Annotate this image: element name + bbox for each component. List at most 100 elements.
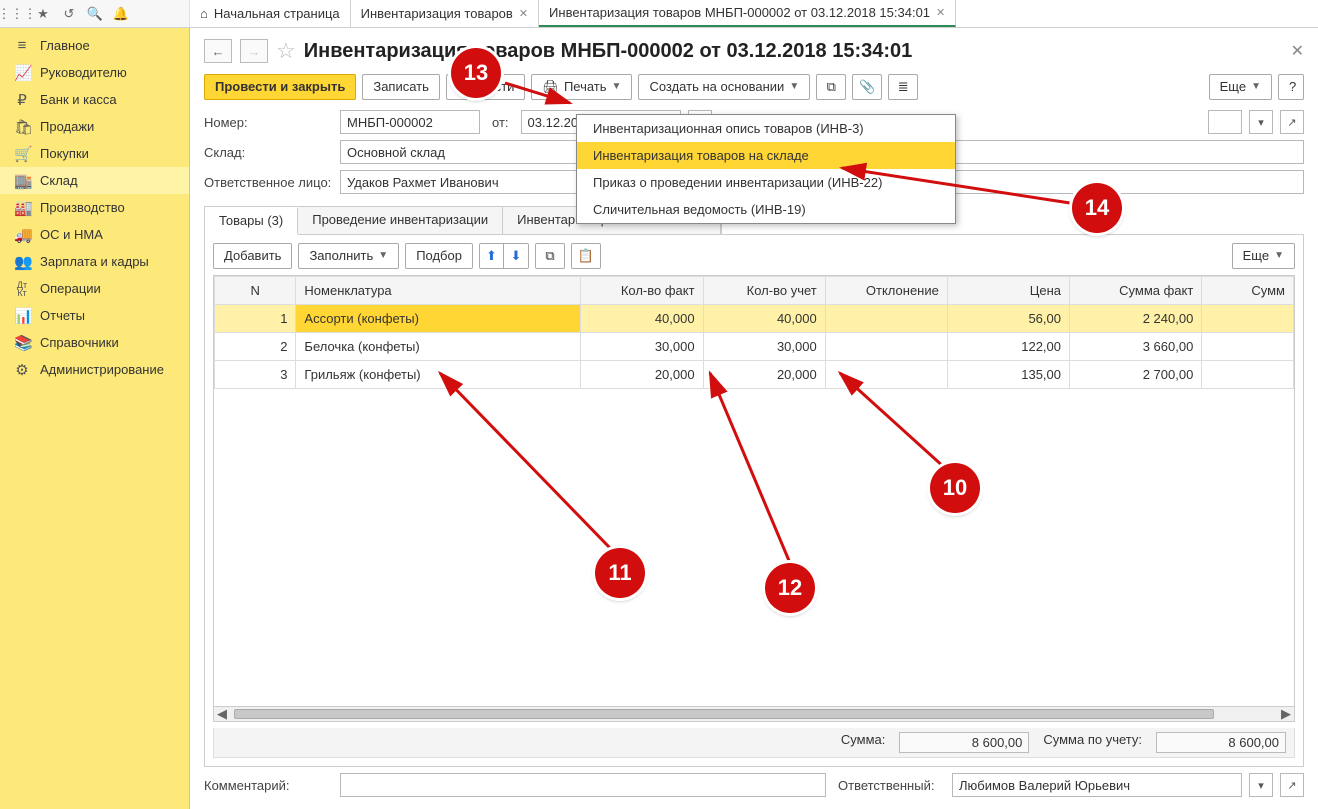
sidebar-item[interactable]: ₽Банк и касса	[0, 86, 189, 113]
column-header[interactable]: Сумм	[1202, 277, 1294, 305]
comment-field[interactable]	[340, 773, 826, 797]
tab-label: Инвентаризация товаров МНБП-000002 от 03…	[549, 5, 930, 20]
sidebar-item[interactable]: ⚙Администрирование	[0, 356, 189, 383]
move-up-button[interactable]: ⬆	[480, 244, 504, 268]
subtab-goods[interactable]: Товары (3)	[205, 208, 298, 235]
back-button[interactable]: ←	[204, 39, 232, 63]
tab-inventory-doc[interactable]: Инвентаризация товаров МНБП-000002 от 03…	[539, 0, 956, 27]
sidebar-label: Справочники	[40, 335, 119, 350]
paste-rows-button[interactable]: 📋	[571, 243, 601, 269]
sidebar-label: Отчеты	[40, 308, 85, 323]
sidebar-icon: 🛒	[14, 145, 30, 163]
sidebar-label: Покупки	[40, 146, 89, 161]
favorite-icon[interactable]: ☆	[276, 38, 296, 64]
sidebar-label: Склад	[40, 173, 78, 188]
print-menu-item[interactable]: Инвентаризационная опись товаров (ИНВ-3)	[577, 115, 955, 142]
sidebar-label: Администрирование	[40, 362, 164, 377]
sidebar: ≡ Главное 📈Руководителю₽Банк и касса🛍Прода…	[0, 28, 190, 809]
sum-label: Сумма:	[841, 732, 885, 753]
sidebar-label: ОС и НМА	[40, 227, 103, 242]
callout-14: 14	[1072, 183, 1122, 233]
column-header[interactable]: Номенклатура	[296, 277, 581, 305]
sidebar-item[interactable]: Дт КтОперации	[0, 275, 189, 302]
sidebar-item[interactable]: 🛒 Покупки	[0, 140, 189, 167]
column-header[interactable]: Кол-во учет	[703, 277, 825, 305]
move-buttons: ⬆ ⬇	[479, 243, 529, 269]
column-header[interactable]: Сумма факт	[1070, 277, 1202, 305]
add-button[interactable]: Добавить	[213, 243, 292, 269]
search-icon[interactable]: 🔍	[84, 3, 106, 25]
sidebar-item[interactable]: 🏬Склад	[0, 167, 189, 194]
page-title: Инвентаризация товаров МНБП-000002 от 03…	[304, 40, 913, 63]
print-button[interactable]: 🖨 Печать ▼	[531, 74, 632, 100]
sidebar-label: Руководителю	[40, 65, 127, 80]
sidebar-item[interactable]: 📚Справочники	[0, 329, 189, 356]
close-icon[interactable]: ✕	[519, 7, 528, 20]
attach-icon-button[interactable]: 📎	[852, 74, 882, 100]
sidebar-icon: Дт Кт	[14, 281, 30, 297]
chevron-down-icon: ▼	[1274, 247, 1284, 265]
print-dropdown: Инвентаризационная опись товаров (ИНВ-3)…	[576, 114, 956, 224]
sidebar-item[interactable]: 🛍Продажи	[0, 113, 189, 140]
grid-more-button[interactable]: Еще ▼	[1232, 243, 1295, 269]
subtab-conduct[interactable]: Проведение инвентаризации	[298, 207, 503, 234]
sidebar-icon: 🛍	[14, 118, 30, 136]
help-button[interactable]: ?	[1278, 74, 1304, 100]
star-icon[interactable]: ★	[32, 3, 54, 25]
list-icon-button[interactable]: ≣	[888, 74, 918, 100]
goods-table[interactable]: NНоменклатураКол-во фактКол-во учетОткло…	[213, 275, 1295, 722]
print-menu-item[interactable]: Инвентаризация товаров на складе	[577, 142, 955, 169]
callout-10: 10	[930, 463, 980, 513]
sidebar-label: Главное	[40, 38, 90, 53]
bell-icon[interactable]: 🔔	[110, 3, 132, 25]
sidebar-item[interactable]: 📊Отчеты	[0, 302, 189, 329]
number-field[interactable]	[340, 110, 480, 134]
close-icon[interactable]: ✕	[1291, 41, 1304, 61]
open-icon[interactable]: ↗	[1280, 110, 1304, 134]
sidebar-item[interactable]: 🏭Производство	[0, 194, 189, 221]
pick-button[interactable]: Подбор	[405, 243, 473, 269]
table-row[interactable]: 1Ассорти (конфеты)40,00040,00056,002 240…	[215, 305, 1294, 333]
write-button[interactable]: Записать	[362, 74, 440, 100]
sidebar-item[interactable]: ≡ Главное	[0, 32, 189, 59]
history-icon[interactable]: ↺	[58, 3, 80, 25]
callout-12: 12	[765, 563, 815, 613]
forward-button[interactable]: →	[240, 39, 268, 63]
footer-resp-label: Ответственный:	[834, 778, 944, 793]
number-label: Номер:	[204, 115, 332, 130]
table-row[interactable]: 2Белочка (конфеты)30,00030,000122,003 66…	[215, 333, 1294, 361]
more-button[interactable]: Еще ▼	[1209, 74, 1272, 100]
dropdown-icon[interactable]: ▾	[1249, 110, 1273, 134]
column-header[interactable]: Кол-во факт	[581, 277, 703, 305]
print-menu-item[interactable]: Приказ о проведении инвентаризации (ИНВ-…	[577, 169, 955, 196]
sidebar-icon: 🏭	[14, 199, 30, 217]
create-based-button[interactable]: Создать на основании ▼	[638, 74, 810, 100]
sidebar-icon: 🚚	[14, 226, 30, 244]
tab-inventory-list[interactable]: Инвентаризация товаров ✕	[351, 0, 539, 27]
fill-button[interactable]: Заполнить ▼	[298, 243, 399, 269]
tab-home[interactable]: ⌂ Начальная страница	[190, 0, 351, 27]
dropdown-icon[interactable]: ▾	[1249, 773, 1273, 797]
sidebar-icon: ≡	[14, 37, 30, 54]
chevron-down-icon: ▼	[378, 247, 388, 265]
horizontal-scrollbar[interactable]: ◀▶	[214, 706, 1294, 721]
extra-field[interactable]	[1208, 110, 1242, 134]
close-icon[interactable]: ✕	[936, 6, 945, 19]
sidebar-item[interactable]: 📈Руководителю	[0, 59, 189, 86]
sidebar-label: Зарплата и кадры	[40, 254, 149, 269]
copy-icon-button[interactable]: ⧉	[816, 74, 846, 100]
open-icon[interactable]: ↗	[1280, 773, 1304, 797]
column-header[interactable]: N	[215, 277, 296, 305]
copy-rows-button[interactable]: ⧉	[535, 243, 565, 269]
column-header[interactable]: Отклонение	[825, 277, 947, 305]
table-row[interactable]: 3Грильяж (конфеты)20,00020,000135,002 70…	[215, 361, 1294, 389]
sidebar-item[interactable]: 👥Зарплата и кадры	[0, 248, 189, 275]
footer-resp-field[interactable]	[952, 773, 1242, 797]
post-close-button[interactable]: Провести и закрыть	[204, 74, 356, 100]
sidebar-item[interactable]: 🚚 ОС и НМА	[0, 221, 189, 248]
move-down-button[interactable]: ⬇	[504, 244, 528, 268]
print-menu-item[interactable]: Сличительная ведомость (ИНВ-19)	[577, 196, 955, 223]
apps-icon[interactable]: ⋮⋮⋮	[6, 3, 28, 25]
column-header[interactable]: Цена	[947, 277, 1069, 305]
sidebar-icon: ₽	[14, 91, 30, 109]
